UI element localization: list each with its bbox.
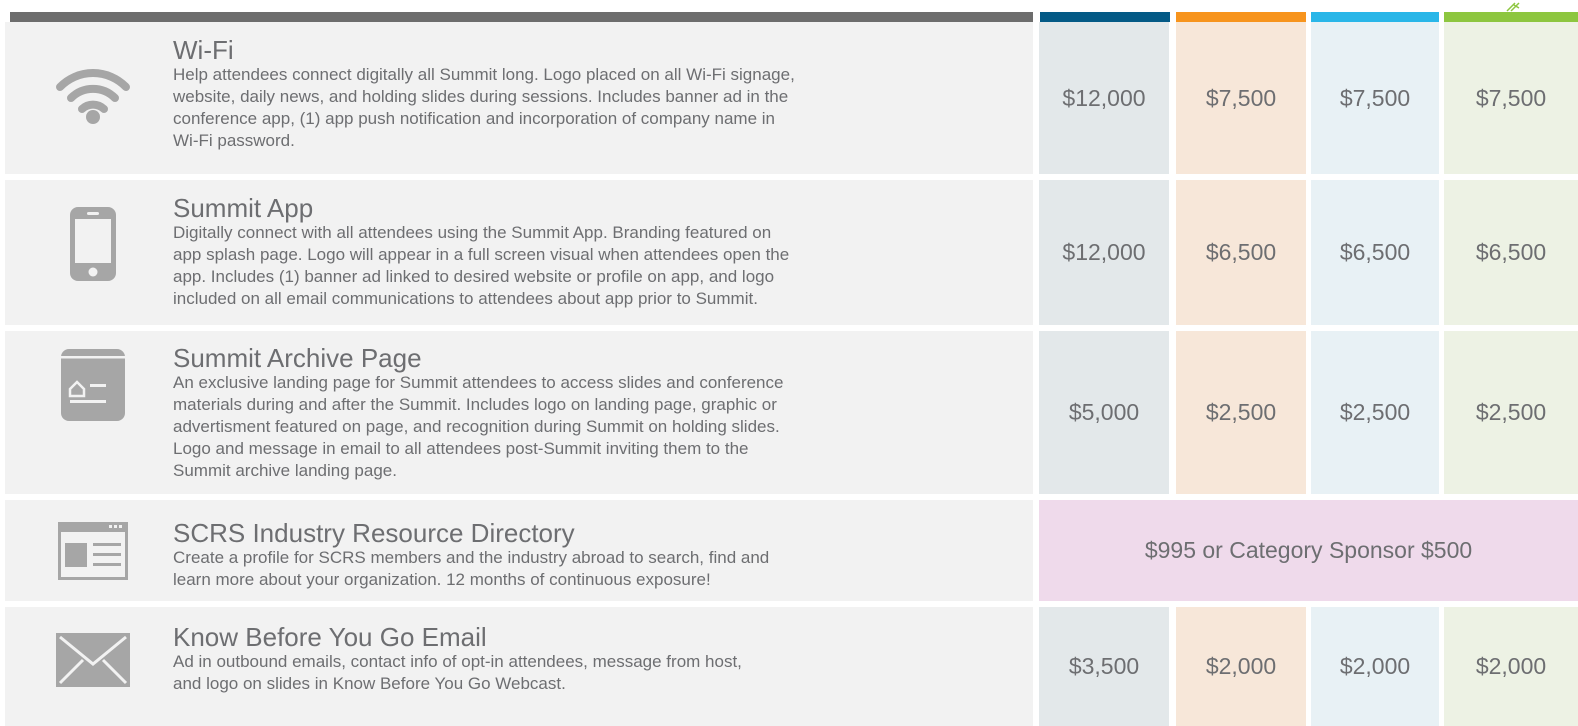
header-bar-green <box>1444 12 1578 22</box>
description-line: materials during and after the Summit. I… <box>173 395 777 414</box>
row-summit-archive-page: Summit Archive Page An exclusive landing… <box>5 331 1578 494</box>
row-title: Summit Archive Page <box>173 343 422 373</box>
description-cell: Know Before You Go Email Ad in outbound … <box>5 607 1033 726</box>
row-title: Summit App <box>173 193 314 223</box>
row-title: Know Before You Go Email <box>173 622 487 652</box>
description-cell: Summit Archive Page An exclusive landing… <box>5 331 1033 494</box>
row-wifi: Wi-Fi Help attendees connect digitally a… <box>5 22 1578 174</box>
row-description: Ad in outbound emails, contact info of o… <box>173 651 893 695</box>
header-bar-gray <box>10 12 1033 22</box>
description-cell: Wi-Fi Help attendees connect digitally a… <box>5 22 1033 174</box>
description-line: Wi-Fi password. <box>173 131 295 150</box>
envelope-icon <box>45 631 141 689</box>
row-description: Create a profile for SCRS members and th… <box>173 547 893 591</box>
corner-mark-icon <box>1506 2 1520 12</box>
description-line: conference app, (1) app push notificatio… <box>173 109 775 128</box>
description-line: app. Includes (1) banner ad linked to de… <box>173 267 775 286</box>
smartphone-icon <box>45 205 141 283</box>
price-tier-4: $7,500 <box>1444 22 1578 174</box>
description-line: website, daily news, and holding slides … <box>173 87 789 106</box>
row-know-before-you-go: Know Before You Go Email Ad in outbound … <box>5 607 1578 726</box>
description-line: An exclusive landing page for Summit att… <box>173 373 784 392</box>
price-tier-4: $2,500 <box>1444 331 1578 494</box>
description-line: included on all email communications to … <box>173 289 758 308</box>
price-tier-2: $7,500 <box>1176 22 1306 174</box>
description-line: app splash page. Logo will appear in a f… <box>173 245 790 264</box>
row-summit-app: Summit App Digitally connect with all at… <box>5 180 1578 325</box>
price-tier-1: $12,000 <box>1039 22 1169 174</box>
row-title: Wi-Fi <box>173 35 234 65</box>
row-description: An exclusive landing page for Summit att… <box>173 372 893 482</box>
price-tier-1: $12,000 <box>1039 180 1169 325</box>
header-bar-orange <box>1176 12 1306 22</box>
price-tier-1: $3,500 <box>1039 607 1169 726</box>
price-tier-2: $2,500 <box>1176 331 1306 494</box>
price-tier-3: $2,500 <box>1311 331 1439 494</box>
header-bar-blue <box>1040 12 1170 22</box>
price-tier-2: $6,500 <box>1176 180 1306 325</box>
description-line: learn more about your organization. 12 m… <box>173 570 711 589</box>
description-line: Logo and message in email to all attende… <box>173 439 749 458</box>
description-line: Ad in outbound emails, contact info of o… <box>173 652 742 671</box>
archive-page-icon <box>45 347 141 423</box>
web-directory-icon <box>45 520 141 582</box>
combined-price: $995 or Category Sponsor $500 <box>1039 500 1578 601</box>
description-line: Summit archive landing page. <box>173 461 397 480</box>
row-title: SCRS Industry Resource Directory <box>173 518 575 548</box>
price-tier-3: $2,000 <box>1311 607 1439 726</box>
description-line: Digitally connect with all attendees usi… <box>173 223 772 242</box>
row-resource-directory: SCRS Industry Resource Directory Create … <box>5 500 1578 601</box>
row-description: Help attendees connect digitally all Sum… <box>173 64 893 152</box>
price-tier-3: $6,500 <box>1311 180 1439 325</box>
price-tier-3: $7,500 <box>1311 22 1439 174</box>
description-cell: Summit App Digitally connect with all at… <box>5 180 1033 325</box>
wifi-icon <box>45 60 141 130</box>
description-line: advertisment featured on page, and recog… <box>173 417 780 436</box>
description-cell: SCRS Industry Resource Directory Create … <box>5 500 1033 601</box>
price-tier-4: $2,000 <box>1444 607 1578 726</box>
description-line: Help attendees connect digitally all Sum… <box>173 65 795 84</box>
price-tier-1: $5,000 <box>1039 331 1169 494</box>
header-bar-cyan <box>1311 12 1439 22</box>
price-tier-4: $6,500 <box>1444 180 1578 325</box>
description-line: and logo on slides in Know Before You Go… <box>173 674 566 693</box>
description-line: Create a profile for SCRS members and th… <box>173 548 770 567</box>
price-tier-2: $2,000 <box>1176 607 1306 726</box>
row-description: Digitally connect with all attendees usi… <box>173 222 893 310</box>
